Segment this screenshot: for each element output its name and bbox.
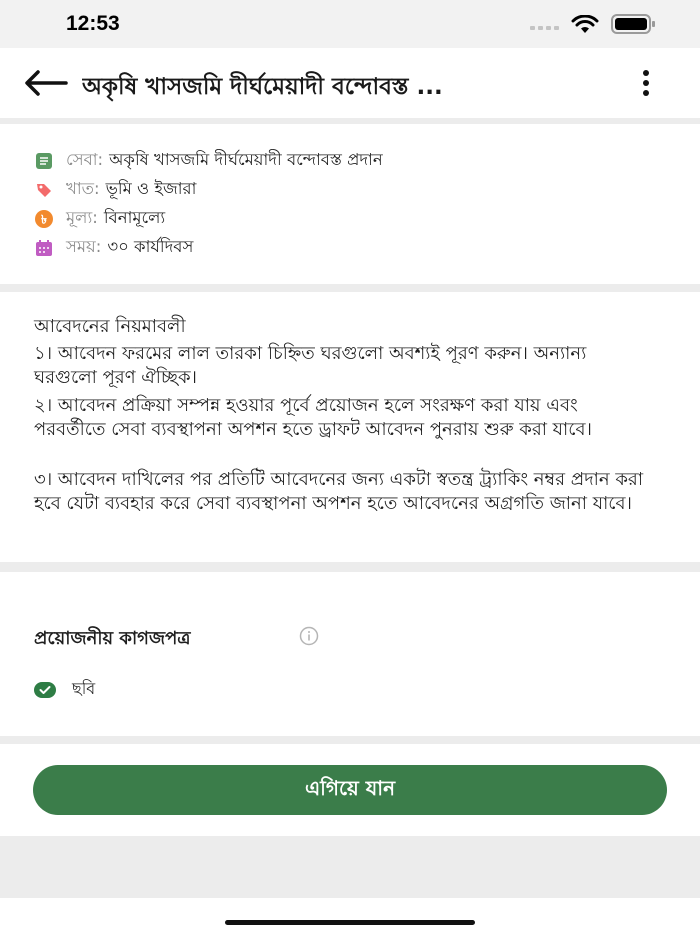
rules-title: আবেদনের নিয়মাবলী [34, 316, 186, 337]
svg-text:৳: ৳ [41, 212, 47, 226]
price-value: বিনামূল্যে [103, 208, 166, 227]
status-bar: 12:53 [0, 0, 700, 48]
home-indicator [225, 920, 475, 925]
duration-label: সময়: [66, 237, 102, 256]
rule-item: ১। আবেদন ফরমের লাল তারকা চিহ্নিত ঘরগুলো … [34, 343, 587, 388]
page-title: অকৃষি খাসজমি দীর্ঘমেয়াদী বন্দোবস্ত ... [82, 74, 443, 100]
wifi-icon [571, 15, 599, 33]
price-row: ৳ মূল্য: বিনামূল্যে [34, 205, 165, 232]
battery-icon [611, 14, 655, 34]
proceed-button[interactable]: এগিয়ে যান [33, 765, 667, 815]
service-info-card: সেবা: অকৃষি খাসজমি দীর্ঘমেয়াদী বন্দোবস্… [0, 124, 700, 284]
required-documents-card: প্রয়োজনীয় কাগজপত্র ছবি [0, 572, 700, 736]
app-bar: অকৃষি খাসজমি দীর্ঘমেয়াদী বন্দোবস্ত ... [0, 48, 700, 118]
more-vertical-icon[interactable] [636, 68, 656, 100]
taka-icon: ৳ [34, 209, 54, 229]
rule-item: ৩। আবেদন দাখিলের পর প্রতিটি আবেদনের জন্য… [34, 469, 644, 514]
service-row: সেবা: অকৃষি খাসজমি দীর্ঘমেয়াদী বন্দোবস্… [34, 147, 383, 174]
signal-icon [530, 26, 559, 30]
back-arrow-icon[interactable] [24, 70, 68, 96]
action-card: এগিয়ে যান [0, 744, 700, 836]
service-label: সেবা: [66, 150, 104, 169]
home-area [0, 898, 700, 934]
time-row: সময়: ৩০ কার্যদিবস [34, 234, 193, 261]
tag-icon [34, 180, 54, 200]
check-icon [34, 681, 56, 698]
sector-row: খাত: ভূমি ও ইজারা [34, 176, 196, 203]
duration-value: ৩০ কার্যদিবস [107, 237, 194, 256]
rule-item: ২। আবেদন প্রক্রিয়া সম্পন্ন হওয়ার পূর্ব… [34, 395, 592, 440]
rules-card: আবেদনের নিয়মাবলী ১। আবেদন ফরমের লাল তার… [0, 292, 700, 562]
service-value: অকৃষি খাসজমি দীর্ঘমেয়াদী বন্দোবস্ত প্রদ… [109, 150, 383, 169]
sector-value: ভূমি ও ইজারা [105, 179, 197, 198]
document-label: ছবি [72, 679, 96, 698]
document-list-icon [34, 151, 54, 171]
calendar-icon [34, 238, 54, 258]
required-documents-title: প্রয়োজনীয় কাগজপত্র [34, 628, 191, 649]
info-icon[interactable] [296, 626, 322, 646]
sector-label: খাত: [66, 179, 100, 198]
price-label: মূল্য: [66, 208, 98, 227]
status-time: 12:53 [66, 12, 120, 35]
document-item: ছবি [34, 676, 95, 703]
